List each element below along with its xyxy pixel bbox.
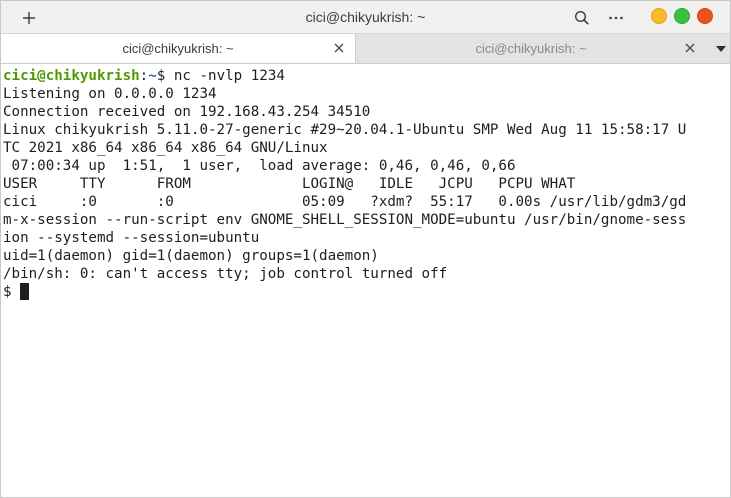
tab-label: cici@chikyukrish: ~ <box>475 41 587 56</box>
tabs-dropdown-button[interactable] <box>711 34 730 63</box>
text-cursor <box>20 283 30 300</box>
maximize-button[interactable] <box>674 8 690 24</box>
shell-prompt: $ <box>3 284 21 300</box>
prompt-path: ~ <box>148 68 157 84</box>
output-line: Linux chikyukrish 5.11.0-27-generic #29~… <box>3 122 687 138</box>
terminal-window: cici@chikyukrish: ~ cici@chikyukrish: ~ <box>0 0 731 498</box>
caret-down-icon <box>716 45 726 52</box>
tab-terminal-2[interactable]: cici@chikyukrish: ~ <box>356 34 706 63</box>
prompt-symbol: $ <box>156 68 174 84</box>
output-line: ion --systemd --session=ubuntu <box>3 230 260 246</box>
prompt-separator: : <box>139 68 149 84</box>
search-button[interactable] <box>568 1 596 34</box>
tab-terminal-1[interactable]: cici@chikyukrish: ~ <box>1 34 356 63</box>
command-line: cici@chikyukrish:~$ nc -nvlp 1234 <box>3 67 730 85</box>
output-line: cici :0 :0 05:09 ?xdm? 55:17 0.00s /usr/… <box>3 194 687 210</box>
close-tab-icon[interactable] <box>333 42 345 54</box>
search-icon <box>574 10 589 25</box>
title-bar: cici@chikyukrish: ~ <box>1 1 730 34</box>
prompt-user: cici@chikyukrish <box>3 68 140 84</box>
terminal-output[interactable]: cici@chikyukrish:~$ nc -nvlp 1234 Listen… <box>1 64 730 497</box>
tab-bar: cici@chikyukrish: ~ cici@chikyukrish: ~ <box>1 34 730 64</box>
tab-label: cici@chikyukrish: ~ <box>122 41 234 56</box>
output-line: m-x-session --run-script env GNOME_SHELL… <box>3 212 687 228</box>
output-line: 07:00:34 up 1:51, 1 user, load average: … <box>3 158 516 174</box>
close-tab-icon[interactable] <box>684 42 696 54</box>
new-tab-button[interactable] <box>15 1 43 34</box>
close-window-button[interactable] <box>697 8 713 24</box>
minimize-button[interactable] <box>651 8 667 24</box>
output-line: Listening on 0.0.0.0 1234 <box>3 86 217 102</box>
output-line: TC 2021 x86_64 x86_64 x86_64 GNU/Linux <box>3 140 328 156</box>
plus-icon <box>23 11 35 24</box>
output-line: /bin/sh: 0: can't access tty; job contro… <box>3 266 448 282</box>
output-line: USER TTY FROM LOGIN@ IDLE JCPU PCPU WHAT <box>3 176 576 192</box>
output-line: Connection received on 192.168.43.254 34… <box>3 104 371 120</box>
output-line: uid=1(daemon) gid=1(daemon) groups=1(dae… <box>3 248 379 264</box>
shell-prompt-line: $ <box>3 283 730 301</box>
more-horizontal-icon <box>609 16 623 19</box>
menu-button[interactable] <box>602 1 630 34</box>
command-text: nc -nvlp 1234 <box>173 68 285 84</box>
